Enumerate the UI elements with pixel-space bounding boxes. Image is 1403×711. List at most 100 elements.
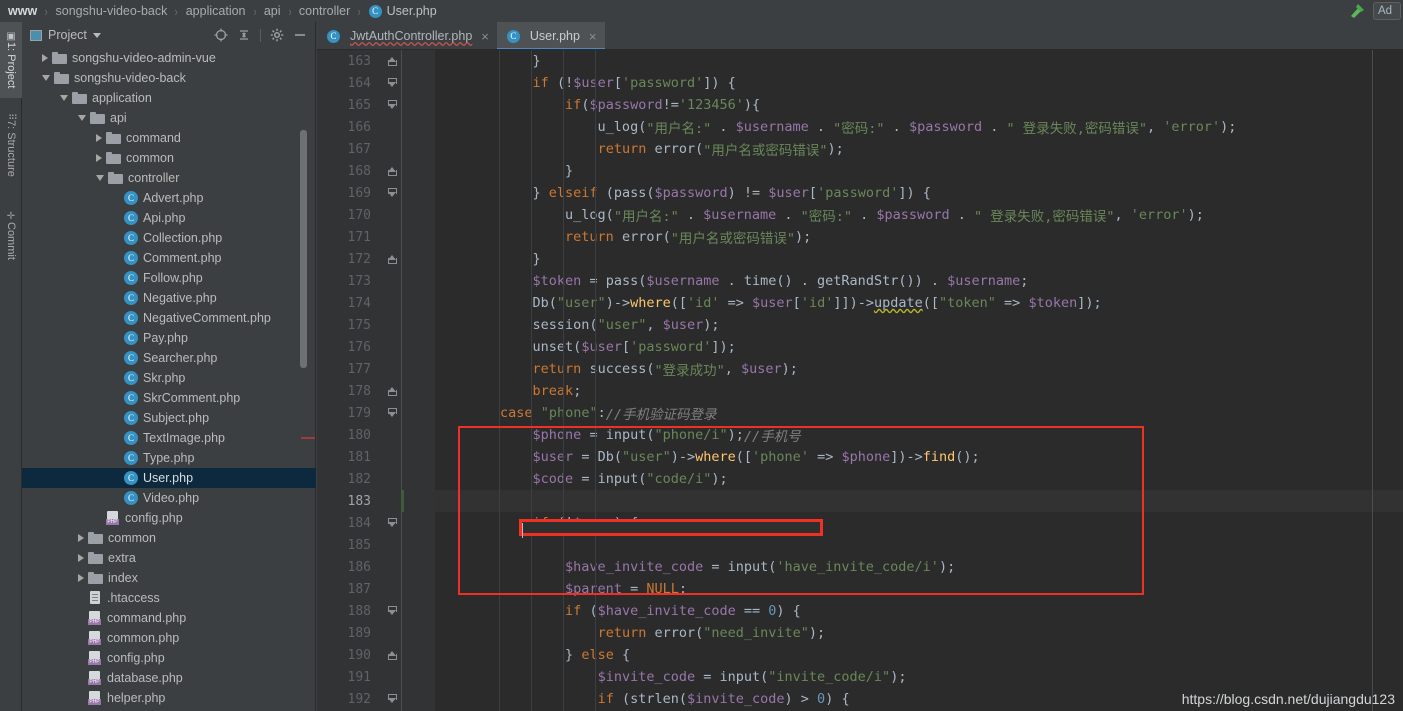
chevron-down-icon[interactable] bbox=[92, 32, 101, 38]
code-line-177[interactable]: return success("登录成功", $user); bbox=[435, 358, 1403, 380]
project-tree-scrollbar[interactable] bbox=[300, 130, 307, 368]
gutter-line-185[interactable]: 185 bbox=[317, 534, 435, 556]
tree-item-subject-php[interactable]: C Subject.php bbox=[22, 408, 316, 428]
tree-item-extra[interactable]: extra bbox=[22, 548, 316, 568]
fold-collapse-icon[interactable] bbox=[387, 518, 397, 528]
gutter-line-166[interactable]: 166 bbox=[317, 116, 435, 138]
code-line-183[interactable] bbox=[435, 490, 1403, 512]
gutter-line-173[interactable]: 173 bbox=[317, 270, 435, 292]
tree-item-common-php[interactable]: PHP common.php bbox=[22, 628, 316, 648]
tree-item-collection-php[interactable]: C Collection.php bbox=[22, 228, 316, 248]
tree-item-comment-php[interactable]: C Comment.php bbox=[22, 248, 316, 268]
fold-marker[interactable] bbox=[385, 518, 399, 528]
tool-button-commit[interactable]: ✛ Commit bbox=[0, 202, 22, 278]
gutter-line-184[interactable]: 184 bbox=[317, 512, 435, 534]
chevron-right-icon[interactable] bbox=[78, 574, 84, 582]
tree-item-config-php[interactable]: PHP config.php bbox=[22, 648, 316, 668]
breadcrumb-item-api[interactable]: api bbox=[264, 4, 281, 18]
code-line-174[interactable]: Db("user")-> where(['id' => $user['id']])… bbox=[435, 292, 1403, 314]
code-line-173[interactable]: $token = pass($username . time() . getRa… bbox=[435, 270, 1403, 292]
fold-end-icon[interactable] bbox=[387, 166, 397, 176]
code-line-163[interactable]: } bbox=[435, 50, 1403, 72]
gutter-line-169[interactable]: 169 bbox=[317, 182, 435, 204]
tree-item-video-php[interactable]: C Video.php bbox=[22, 488, 316, 508]
fold-end-icon[interactable] bbox=[387, 386, 397, 396]
code-line-164[interactable]: if (! $user['password']) { bbox=[435, 72, 1403, 94]
tree-item-type-php[interactable]: C Type.php bbox=[22, 448, 316, 468]
gutter-line-174[interactable]: 174 bbox=[317, 292, 435, 314]
tree-item-negative-php[interactable]: C Negative.php bbox=[22, 288, 316, 308]
chevron-right-icon[interactable] bbox=[78, 534, 84, 542]
tree-item-api-php[interactable]: C Api.php bbox=[22, 208, 316, 228]
code-line-181[interactable]: $user = Db("user")-> where(['phone' => $p… bbox=[435, 446, 1403, 468]
tree-item-command-php[interactable]: PHP command.php bbox=[22, 608, 316, 628]
breadcrumb-item-www[interactable]: www bbox=[8, 4, 37, 18]
fold-collapse-icon[interactable] bbox=[387, 694, 397, 704]
tree-item-config-php[interactable]: PHP config.php bbox=[22, 508, 316, 528]
fold-marker[interactable] bbox=[385, 408, 399, 418]
fold-collapse-icon[interactable] bbox=[387, 78, 397, 88]
gutter-line-186[interactable]: 186 bbox=[317, 556, 435, 578]
fold-end-icon[interactable] bbox=[387, 254, 397, 264]
gutter-line-177[interactable]: 177 bbox=[317, 358, 435, 380]
gutter-line-171[interactable]: 171 bbox=[317, 226, 435, 248]
code-line-182[interactable]: $code = input("code/i"); bbox=[435, 468, 1403, 490]
code-line-169[interactable]: } elseif (pass($password) != $user['pass… bbox=[435, 182, 1403, 204]
vcs-change-marker[interactable] bbox=[401, 490, 404, 512]
tree-item-api[interactable]: api bbox=[22, 108, 316, 128]
code-line-176[interactable]: unset($user['password']); bbox=[435, 336, 1403, 358]
fold-marker[interactable] bbox=[385, 386, 399, 396]
code-editor[interactable]: 163 164 165 166 167 168 169 170 171 172 173 174 175 1… bbox=[317, 50, 1403, 711]
fold-marker[interactable] bbox=[385, 56, 399, 66]
breadcrumb-item-user-php[interactable]: C User.php bbox=[368, 4, 437, 18]
code-line-179[interactable]: case "phone"://手机验证码登录 bbox=[435, 402, 1403, 424]
collapse-all-icon[interactable] bbox=[237, 28, 251, 42]
breadcrumb-item-controller[interactable]: controller bbox=[299, 4, 350, 18]
fold-marker[interactable] bbox=[385, 100, 399, 110]
code-line-190[interactable]: } else { bbox=[435, 644, 1403, 666]
editor-gutter[interactable]: 163 164 165 166 167 168 169 170 171 172 173 174 175 1… bbox=[317, 50, 435, 711]
run-configuration-selector[interactable]: Ad bbox=[1373, 2, 1401, 20]
editor-tab-user-php[interactable]: C User.php × bbox=[496, 22, 605, 50]
gutter-line-178[interactable]: 178 bbox=[317, 380, 435, 402]
gutter-line-172[interactable]: 172 bbox=[317, 248, 435, 270]
code-line-172[interactable]: } bbox=[435, 248, 1403, 270]
tree-item-application[interactable]: application bbox=[22, 88, 316, 108]
tree-item-negativecomment-php[interactable]: C NegativeComment.php bbox=[22, 308, 316, 328]
tree-item-textimage-php[interactable]: C TextImage.php bbox=[22, 428, 316, 448]
tree-item-user-php[interactable]: C User.php bbox=[22, 468, 316, 488]
code-line-191[interactable]: $invite_code = input("invite_code/i"); bbox=[435, 666, 1403, 688]
gutter-line-176[interactable]: 176 bbox=[317, 336, 435, 358]
breadcrumb-item-songshu-video-back[interactable]: songshu-video-back bbox=[56, 4, 168, 18]
tool-button-project[interactable]: ▣ 1: Project bbox=[0, 22, 22, 98]
fold-marker[interactable] bbox=[385, 188, 399, 198]
fold-collapse-icon[interactable] bbox=[387, 408, 397, 418]
tool-button-structure[interactable]: ⠿ 7: Structure bbox=[0, 104, 22, 194]
chevron-down-icon[interactable] bbox=[42, 75, 50, 81]
gutter-line-188[interactable]: 188 bbox=[317, 600, 435, 622]
tree-item-follow-php[interactable]: C Follow.php bbox=[22, 268, 316, 288]
fold-marker[interactable] bbox=[385, 78, 399, 88]
fold-collapse-icon[interactable] bbox=[387, 606, 397, 616]
tree-item-songshu-video-back[interactable]: songshu-video-back bbox=[22, 68, 316, 88]
gutter-line-187[interactable]: 187 bbox=[317, 578, 435, 600]
chevron-down-icon[interactable] bbox=[96, 175, 104, 181]
gutter-line-192[interactable]: 192 bbox=[317, 688, 435, 710]
gutter-line-191[interactable]: 191 bbox=[317, 666, 435, 688]
tree-item--htaccess[interactable]: .htaccess bbox=[22, 588, 316, 608]
chevron-right-icon[interactable] bbox=[96, 134, 102, 142]
close-icon[interactable]: × bbox=[589, 30, 597, 43]
gutter-line-165[interactable]: 165 bbox=[317, 94, 435, 116]
tree-item-searcher-php[interactable]: C Searcher.php bbox=[22, 348, 316, 368]
code-line-186[interactable]: $have_invite_code = input('have_invite_c… bbox=[435, 556, 1403, 578]
gutter-line-183[interactable]: 183 bbox=[317, 490, 435, 512]
chevron-down-icon[interactable] bbox=[60, 95, 68, 101]
gutter-line-164[interactable]: 164 bbox=[317, 72, 435, 94]
code-line-185[interactable] bbox=[435, 534, 1403, 556]
tree-item-pay-php[interactable]: C Pay.php bbox=[22, 328, 316, 348]
tree-item-skr-php[interactable]: C Skr.php bbox=[22, 368, 316, 388]
tree-item-songshu-video-admin-vue[interactable]: songshu-video-admin-vue bbox=[22, 48, 316, 68]
build-hammer-icon[interactable] bbox=[1347, 2, 1367, 20]
code-line-171[interactable]: return error("用户名或密码错误"); bbox=[435, 226, 1403, 248]
code-line-187[interactable]: $parent = NULL; bbox=[435, 578, 1403, 600]
